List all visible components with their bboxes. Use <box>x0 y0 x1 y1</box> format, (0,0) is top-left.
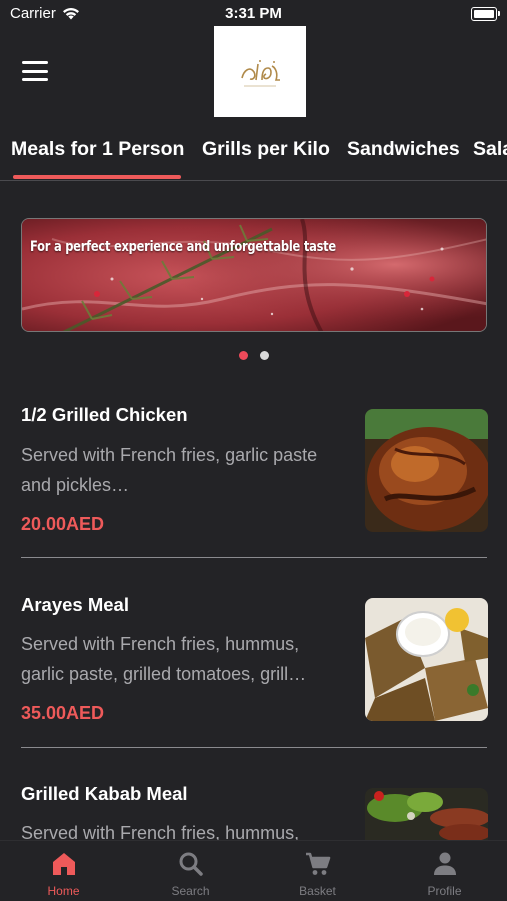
page-dot-active[interactable] <box>239 351 248 360</box>
tab-sandwiches[interactable]: Sandwiches <box>347 138 460 161</box>
divider <box>21 747 487 748</box>
person-icon <box>433 852 456 875</box>
grilled-chicken-image <box>365 409 488 532</box>
nav-label: Profile <box>427 884 462 898</box>
promo-banner[interactable]: For a perfect experience and unforgettab… <box>21 218 487 332</box>
tab-salads[interactable]: Sala <box>473 138 507 161</box>
category-tabs: Meals for 1 Person Grills per Kilo Sandw… <box>0 124 507 181</box>
restaurant-logo <box>214 26 306 117</box>
nav-label: Home <box>47 884 80 898</box>
status-bar: Carrier 3:31 PM <box>0 0 507 28</box>
tab-meals-for-1-person[interactable]: Meals for 1 Person <box>11 138 184 161</box>
tab-grills-per-kilo[interactable]: Grills per Kilo <box>202 138 330 161</box>
nav-label: Search <box>171 884 210 898</box>
item-title: Grilled Kabab Meal <box>21 783 188 804</box>
nav-home[interactable]: Home <box>0 841 127 901</box>
divider <box>21 557 487 558</box>
banner-meat-image <box>22 219 486 331</box>
active-tab-indicator <box>13 175 181 179</box>
nav-profile[interactable]: Profile <box>381 841 507 901</box>
menu-line <box>22 61 48 64</box>
menu-item-grilled-chicken[interactable]: 1/2 Grilled Chicken Served with French f… <box>0 398 507 558</box>
home-icon <box>52 853 75 875</box>
item-description: Served with French fries, hummus, garlic… <box>21 634 307 684</box>
menu-item-grilled-kabab-meal[interactable]: Grilled Kabab Meal Served with French fr… <box>0 778 507 840</box>
status-time: 3:31 PM <box>225 5 282 22</box>
item-title: Arayes Meal <box>21 594 129 615</box>
grilled-kabab-image <box>365 788 488 840</box>
item-price: 20.00AED <box>21 514 105 534</box>
item-price: 35.00AED <box>21 703 105 723</box>
item-image <box>365 788 488 840</box>
hamburger-menu-button[interactable] <box>22 60 48 82</box>
nav-search[interactable]: Search <box>127 841 254 901</box>
search-icon <box>179 852 203 876</box>
nav-label: Basket <box>299 884 336 898</box>
arayes-meal-image <box>365 598 488 721</box>
item-image <box>365 409 488 532</box>
banner-text: For a perfect experience and unforgettab… <box>30 239 336 255</box>
page-dot[interactable] <box>260 351 269 360</box>
cart-icon <box>305 852 330 875</box>
menu-line <box>22 69 48 73</box>
nav-basket[interactable]: Basket <box>254 841 381 901</box>
menu-item-arayes-meal[interactable]: Arayes Meal Served with French fries, hu… <box>0 588 507 748</box>
item-title: 1/2 Grilled Chicken <box>21 404 188 425</box>
item-description: Served with French fries, hummus, <box>21 823 300 840</box>
battery-icon <box>471 7 500 21</box>
item-description: Served with French fries, garlic paste a… <box>21 445 318 495</box>
item-image <box>365 598 488 721</box>
logo-emblem <box>241 60 280 87</box>
bottom-navigation: Home Search Basket Profile <box>0 840 507 901</box>
menu-line <box>22 78 48 81</box>
banner-page-indicator <box>0 351 507 361</box>
